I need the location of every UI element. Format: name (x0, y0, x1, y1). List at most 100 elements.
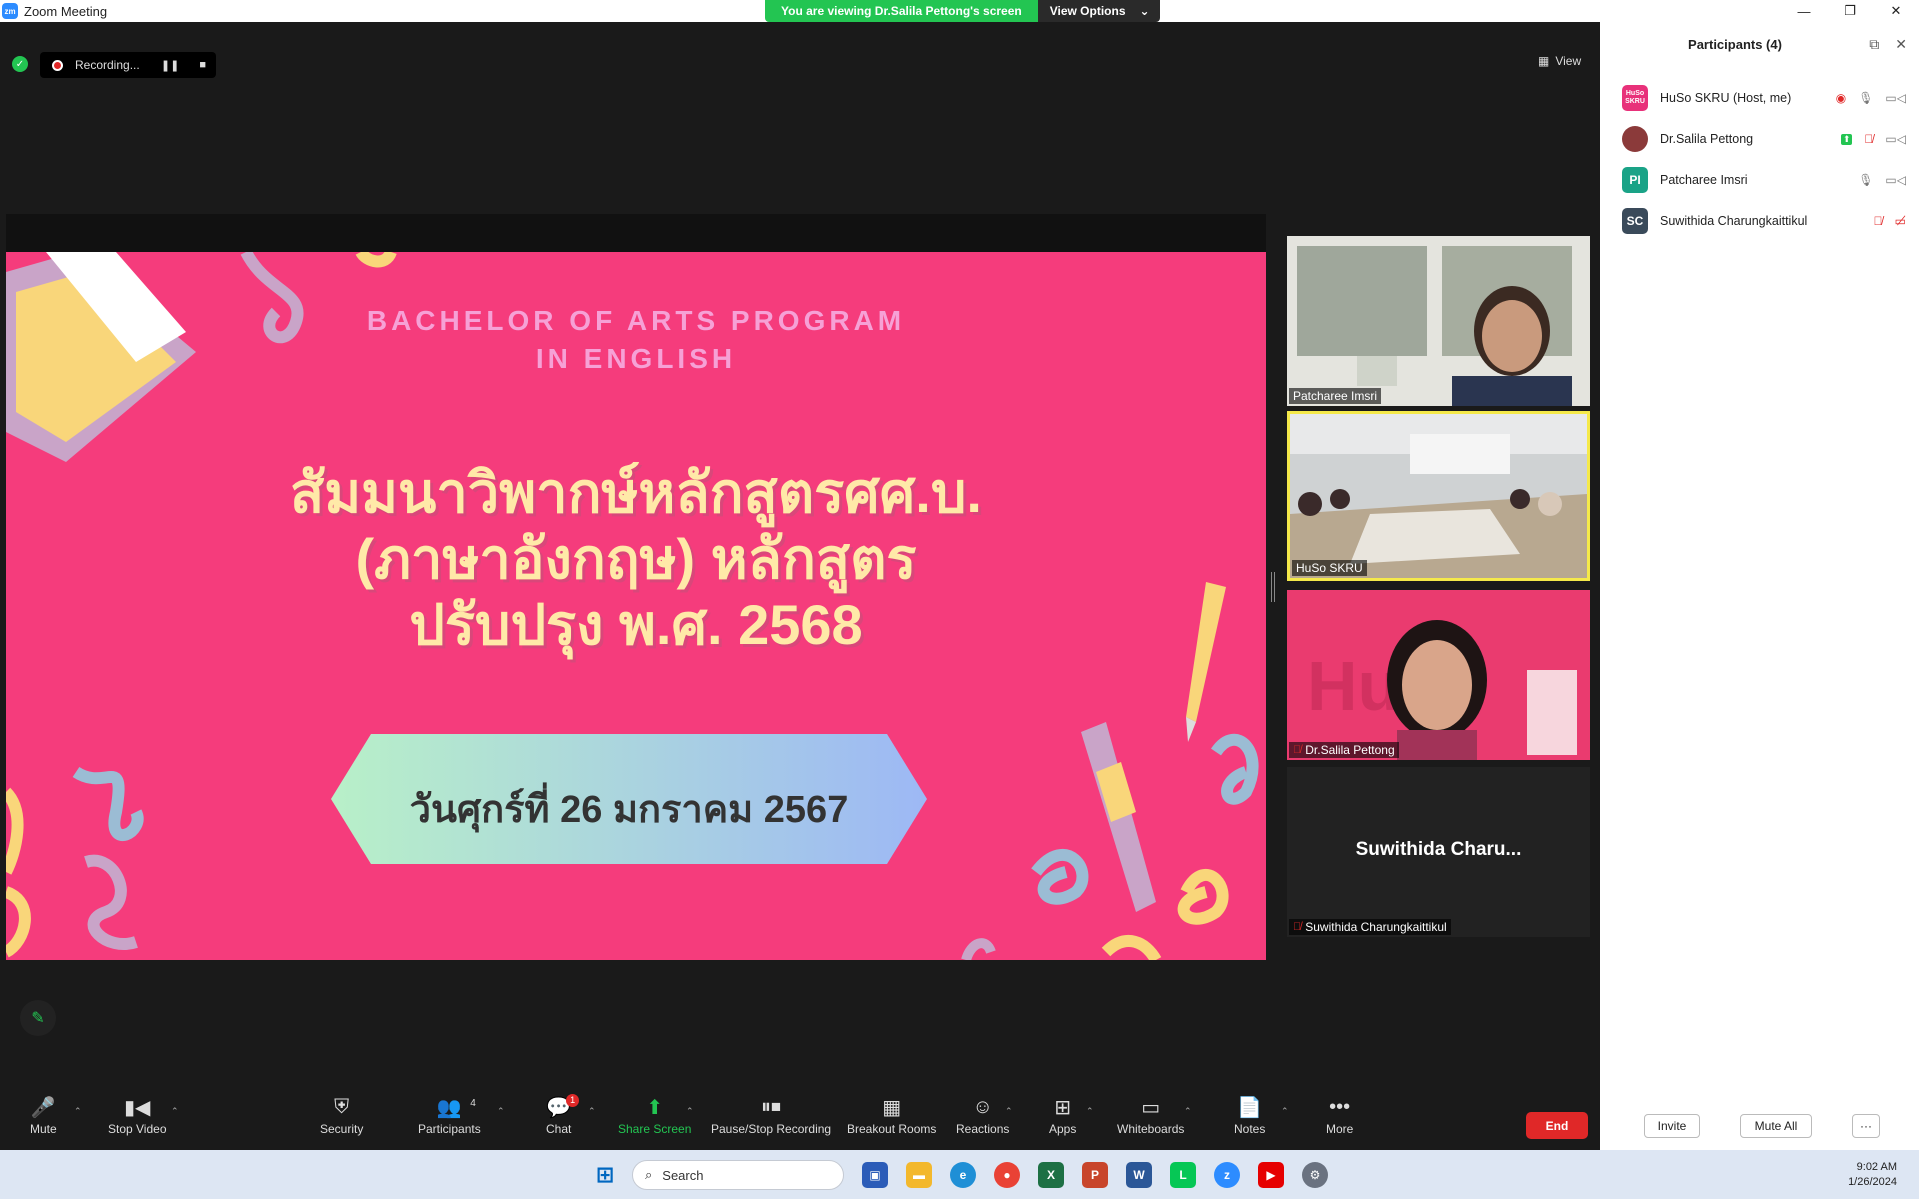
video-camera-icon: ▮◀ (124, 1096, 151, 1119)
reactions-label: Reactions (956, 1122, 1010, 1136)
video-camera-icon: ▭◁ (1885, 91, 1906, 105)
mute-label: Mute (30, 1122, 57, 1136)
taskbar-clock[interactable]: 9:02 AM 1/26/2024 (1848, 1160, 1897, 1190)
whiteboards-options-caret-icon[interactable]: ⌃ (1184, 1106, 1192, 1117)
participant-name: Suwithida Charungkaittikul (1660, 214, 1808, 228)
share-screen-button[interactable]: ⬆ Share Screen (618, 1092, 691, 1137)
chat-bubble-icon: 💬 1 (546, 1092, 580, 1122)
word-icon[interactable]: W (1126, 1162, 1152, 1188)
participant-row[interactable]: HuSo SKRU HuSo SKRU (Host, me) ◉ 🎙 ▭◁ (1622, 85, 1912, 111)
invite-button[interactable]: Invite (1644, 1114, 1700, 1138)
video-options-caret-icon[interactable]: ⌃ (171, 1106, 179, 1117)
pause-stop-recording-button[interactable]: ⏸⏹ Pause/Stop Recording (711, 1092, 831, 1137)
split-resize-handle[interactable] (1271, 572, 1275, 602)
stop-recording-icon[interactable]: ■ (199, 59, 206, 72)
share-options-caret-icon[interactable]: ⌃ (686, 1106, 694, 1117)
view-options-label: View Options (1049, 4, 1126, 18)
avatar: PI (1622, 167, 1648, 193)
file-explorer-icon[interactable]: ▬ (906, 1162, 932, 1188)
maximize-icon[interactable]: ❐ (1827, 0, 1873, 22)
tile-name: Patcharee Imsri (1293, 389, 1378, 403)
participants-icon: 👥 4 (436, 1096, 476, 1119)
microphone-icon: 🎙 (1858, 173, 1874, 187)
video-off-icon: ▭̸ (1894, 214, 1906, 228)
participant-row[interactable]: Dr.Salila Pettong ⬆ 🎙̸ ▭◁ (1622, 126, 1912, 152)
more-button[interactable]: ••• More (1326, 1092, 1353, 1137)
excel-icon[interactable]: X (1038, 1162, 1064, 1188)
close-panel-icon[interactable]: ✕ (1895, 36, 1907, 53)
video-camera-icon: ▭◁ (1885, 173, 1906, 187)
pause-recording-icon[interactable]: ❚❚ (161, 59, 179, 72)
participant-row[interactable]: SC Suwithida Charungkaittikul 🎙̸ ▭̸ (1622, 208, 1912, 234)
settings-gear-icon[interactable]: ⚙ (1302, 1162, 1328, 1188)
recording-dot-icon (52, 59, 63, 71)
whiteboard-icon: ▭ (1141, 1096, 1161, 1119)
notes-icon: 📄 (1237, 1096, 1263, 1119)
panel-controls: ⧉ ✕ (1869, 36, 1907, 53)
notes-options-caret-icon[interactable]: ⌃ (1281, 1106, 1289, 1117)
powerpoint-icon[interactable]: P (1082, 1162, 1108, 1188)
mute-button[interactable]: 🎤 Mute (30, 1092, 57, 1137)
avatar: SC (1622, 208, 1648, 234)
video-feed: Hu (1287, 590, 1590, 760)
grid-view-icon: ▦ (1538, 54, 1550, 68)
participants-label: Participants (418, 1122, 481, 1136)
security-button[interactable]: ⛨ Security (320, 1092, 364, 1137)
close-icon[interactable]: ✕ (1873, 0, 1919, 22)
annotate-pencil-icon[interactable]: ✎ (20, 1000, 56, 1036)
encryption-shield-icon[interactable]: ✓ (12, 56, 28, 72)
line-icon[interactable]: L (1170, 1162, 1196, 1188)
shield-icon: ⛨ (334, 1095, 350, 1118)
breakout-rooms-button[interactable]: ▦ Breakout Rooms (847, 1092, 936, 1137)
taskbar-search[interactable]: ⌕ Search (632, 1160, 844, 1190)
chevron-down-icon: ⌄ (1139, 4, 1150, 18)
tile-name: Suwithida Charungkaittikul (1305, 920, 1447, 934)
slide-heading-line1: BACHELOR OF ARTS PROGRAM (366, 305, 906, 336)
security-label: Security (320, 1122, 364, 1136)
more-dots-icon: ••• (1329, 1095, 1351, 1118)
notes-button[interactable]: 📄 Notes (1234, 1092, 1265, 1137)
participant-name: HuSo SKRU (Host, me) (1660, 91, 1792, 105)
chat-button[interactable]: 💬 1 Chat (546, 1092, 580, 1136)
video-tile-salila[interactable]: Hu 🎙̸ Dr.Salila Pettong (1287, 590, 1590, 760)
slide-title-line2: (ภาษาอังกฤษ) หลักสูตร (355, 527, 917, 590)
participant-name: Patcharee Imsri (1660, 173, 1748, 187)
chat-options-caret-icon[interactable]: ⌃ (588, 1106, 596, 1117)
view-layout-button[interactable]: ▦ View (1538, 54, 1581, 68)
recording-icon: ◉ (1835, 91, 1847, 105)
whiteboards-button[interactable]: ▭ Whiteboards (1117, 1092, 1184, 1137)
mic-muted-icon: 🎙̸ (1293, 921, 1302, 933)
slide-title-line3: ปรับปรุง พ.ศ. 2568 (409, 593, 863, 656)
minimize-icon[interactable]: — (1781, 0, 1827, 22)
participants-options-caret-icon[interactable]: ⌃ (497, 1106, 505, 1117)
mute-options-caret-icon[interactable]: ⌃ (74, 1106, 82, 1117)
slide-title-line1: สัมมนาวิพากษ์หลักสูตรศศ.บ. (290, 461, 982, 524)
pause-stop-icon: ⏸⏹ (761, 1095, 782, 1118)
shared-screen-topbar (6, 214, 1266, 252)
zoom-app-icon[interactable]: z (1214, 1162, 1240, 1188)
end-meeting-button[interactable]: End (1526, 1112, 1588, 1139)
view-options-button[interactable]: View Options ⌄ (1037, 0, 1160, 22)
youtube-icon[interactable]: ▶ (1258, 1162, 1284, 1188)
stop-video-button[interactable]: ▮◀ Stop Video (108, 1092, 167, 1137)
video-tile-huso-skru[interactable]: HuSo SKRU (1287, 411, 1590, 581)
chrome-icon[interactable]: ● (994, 1162, 1020, 1188)
panel-more-button[interactable]: ··· (1852, 1114, 1880, 1138)
apps-options-caret-icon[interactable]: ⌃ (1086, 1106, 1094, 1117)
store-icon[interactable]: ▣ (862, 1162, 888, 1188)
avatar: HuSo SKRU (1622, 85, 1648, 111)
recording-indicator: Recording... ❚❚ ■ (40, 52, 216, 78)
edge-icon[interactable]: e (950, 1162, 976, 1188)
reactions-button[interactable]: ☺ Reactions (956, 1092, 1010, 1137)
tile-big-name: Suwithida Charu... (1355, 839, 1522, 860)
windows-start-icon[interactable]: ⊞ (592, 1162, 618, 1188)
participants-button[interactable]: 👥 4 Participants (418, 1092, 481, 1137)
popout-icon[interactable]: ⧉ (1869, 36, 1879, 53)
reactions-options-caret-icon[interactable]: ⌃ (1005, 1106, 1013, 1117)
apps-button[interactable]: ⊞ Apps (1049, 1092, 1076, 1137)
video-tile-patcharee[interactable]: Patcharee Imsri (1287, 236, 1590, 406)
mute-all-button[interactable]: Mute All (1740, 1114, 1812, 1138)
video-tile-suwithida[interactable]: Suwithida Charu... 🎙̸ Suwithida Charungk… (1287, 767, 1590, 937)
slide-date: วันศุกร์ที่ 26 มกราคม 2567 (409, 789, 849, 831)
participant-row[interactable]: PI Patcharee Imsri 🎙 ▭◁ (1622, 167, 1912, 193)
